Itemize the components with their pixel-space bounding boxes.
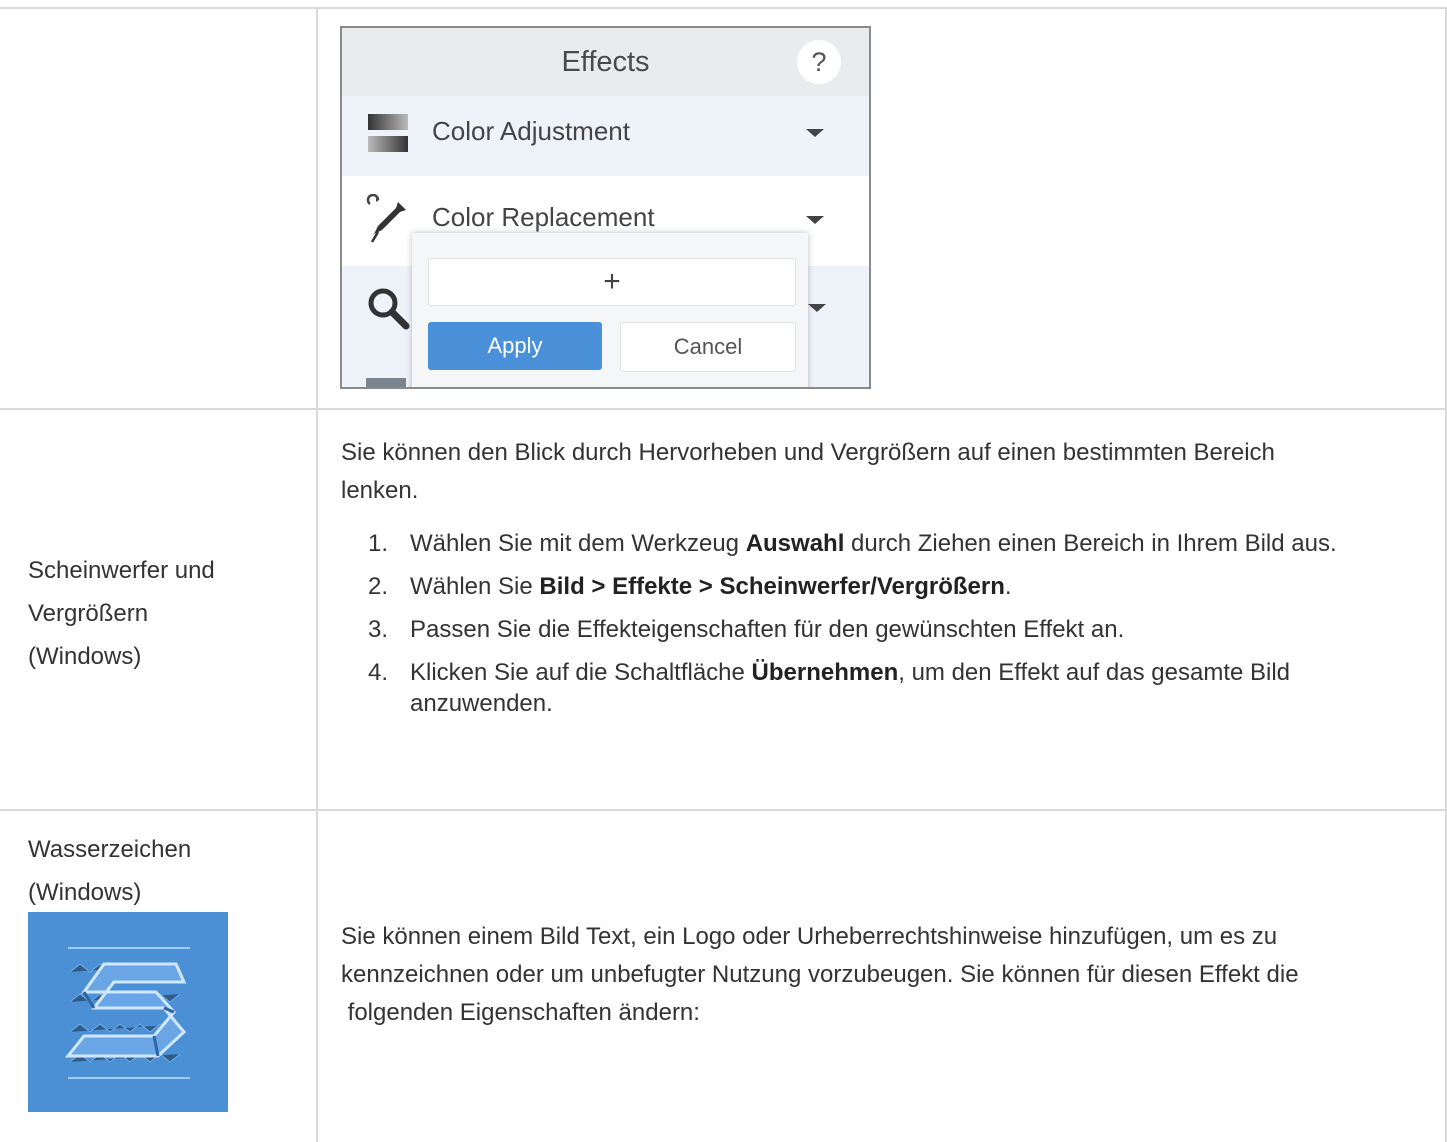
- step-number: 2.: [368, 573, 389, 600]
- table-border-top: [0, 7, 1447, 9]
- step-text: Klicken Sie auf die Schaltfläche: [410, 659, 752, 686]
- step-text: .: [1004, 573, 1012, 600]
- step-number: 1.: [368, 530, 389, 557]
- cancel-button[interactable]: Cancel: [620, 322, 796, 372]
- table-row-divider: [0, 408, 1447, 410]
- next-effect-icon-partial: [366, 378, 406, 387]
- watermark-description: Sie können einem Bild Text, ein Logo ode…: [341, 918, 1299, 1032]
- step-text: durch Ziehen einen Bereich in Ihrem Bild…: [844, 530, 1337, 557]
- step-item: 3. Passen Sie die Effekteigenschaften für…: [368, 614, 1398, 645]
- effects-panel-title: Effects: [561, 46, 650, 78]
- watermark-icon: [28, 912, 228, 1112]
- step-text: Passen Sie die Effekteigenschaften für d…: [410, 616, 1125, 643]
- effect-popup: + Apply Cancel: [412, 233, 808, 387]
- table-column-divider: [316, 7, 318, 1142]
- apply-button[interactable]: Apply: [428, 322, 602, 370]
- chevron-down-icon[interactable]: [808, 304, 826, 312]
- spotlight-steps: 1. Wählen Sie mit dem Werkzeug Auswahl du…: [368, 528, 1398, 731]
- magnify-icon: [368, 288, 410, 330]
- name-line: (Windows): [28, 643, 142, 670]
- step-bold: Bild > Effekte > Scheinwerfer/Vergrößern: [539, 573, 1005, 600]
- color-adjustment-icon: [368, 114, 408, 152]
- step-number: 4.: [368, 659, 389, 686]
- description-line: kennzeichnen oder um unbefugter Nutzung …: [341, 961, 1299, 988]
- effect-item-color-adjustment[interactable]: Color Adjustment: [342, 96, 869, 176]
- intro-line: Sie können den Blick durch Hervorheben u…: [341, 439, 1275, 466]
- effects-panel-header: Effects ?: [342, 28, 869, 96]
- table-row-divider: [0, 809, 1447, 811]
- effect-item-label: Color Adjustment: [432, 116, 630, 146]
- spotlight-intro: Sie können den Blick durch Hervorheben u…: [341, 434, 1275, 510]
- effect-item-label: Color Replacement: [432, 202, 655, 232]
- row-name-spotlight: Scheinwerfer und Vergrößern (Windows): [28, 549, 215, 678]
- step-text: Wählen Sie: [410, 573, 540, 600]
- step-item: 4. Klicken Sie auf die Schaltfläche Übern…: [368, 657, 1398, 719]
- intro-line: lenken.: [341, 477, 419, 504]
- name-line: Vergrößern: [28, 600, 149, 627]
- effects-panel-screenshot: Effects ? Color Adjustment Color Replace…: [340, 26, 871, 389]
- step-text: Wählen Sie mit dem Werkzeug: [410, 530, 746, 557]
- help-button[interactable]: ?: [797, 40, 841, 84]
- add-button[interactable]: +: [428, 258, 796, 306]
- chevron-down-icon[interactable]: [806, 129, 824, 137]
- description-line: Sie können einem Bild Text, ein Logo ode…: [341, 923, 1278, 950]
- chevron-down-icon[interactable]: [806, 216, 824, 224]
- step-bold: Auswahl: [745, 530, 845, 557]
- step-item: 1. Wählen Sie mit dem Werkzeug Auswahl du…: [368, 528, 1398, 559]
- step-bold: Übernehmen: [751, 659, 899, 686]
- name-line: Scheinwerfer und: [28, 557, 215, 584]
- description-line: folgenden Eigenschaften ändern:: [341, 999, 700, 1026]
- name-line: (Windows): [28, 879, 142, 906]
- step-number: 3.: [368, 616, 389, 643]
- eyedropper-icon: [366, 194, 406, 243]
- name-line: Wasserzeichen: [28, 836, 192, 863]
- step-item: 2. Wählen Sie Bild > Effekte > Scheinwerf…: [368, 571, 1398, 602]
- row-name-watermark: Wasserzeichen (Windows): [28, 828, 191, 914]
